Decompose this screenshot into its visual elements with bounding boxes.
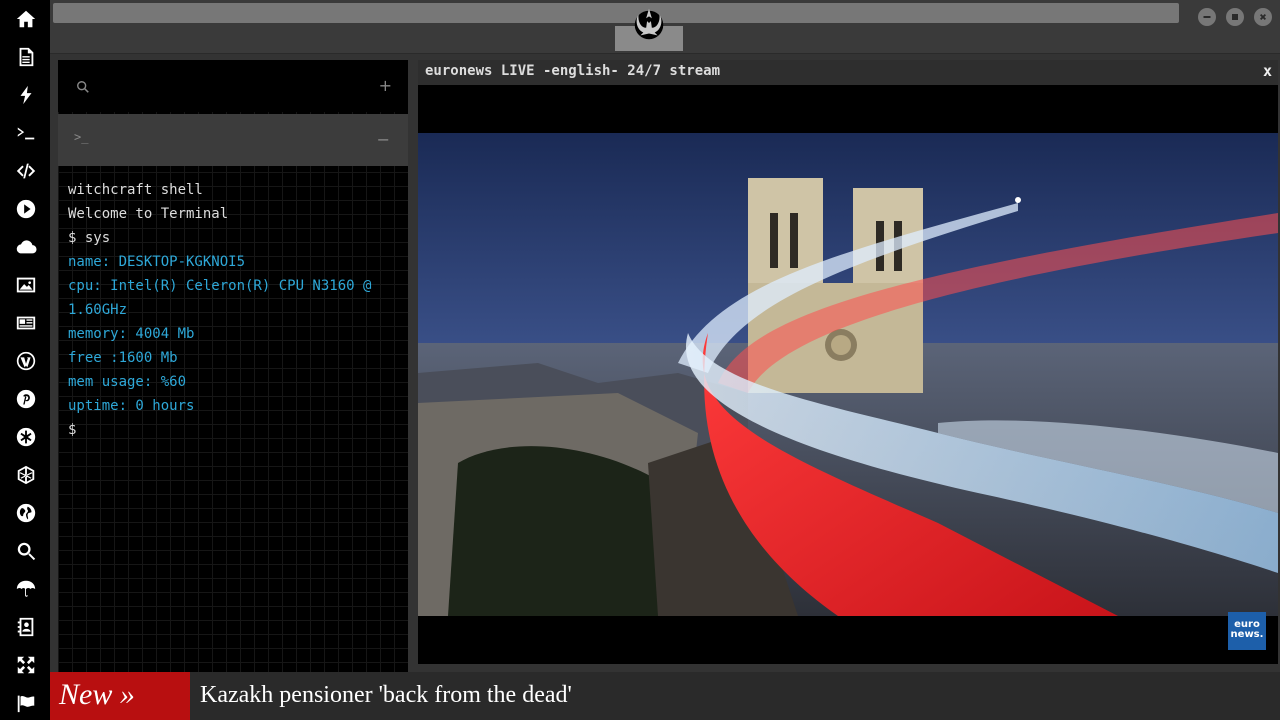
rebel-alliance-icon — [634, 8, 664, 40]
terminal-icon[interactable] — [13, 120, 39, 146]
terminal-panel: + >_ − witchcraft shell Welcome to Termin… — [58, 60, 408, 672]
video-player[interactable] — [418, 133, 1278, 616]
minimize-button[interactable] — [1198, 8, 1216, 26]
add-session-button[interactable]: + — [379, 76, 392, 95]
badge-line-2: news. — [1230, 629, 1264, 640]
euronews-logo: euro news. — [1228, 612, 1266, 650]
terminal-line: uptime: 0 hours — [68, 398, 195, 414]
document-icon[interactable] — [13, 44, 39, 70]
terminal-line: free :1600 Mb — [68, 350, 178, 366]
flag-icon[interactable] — [13, 690, 39, 716]
terminal-line: $ — [68, 422, 77, 438]
code-icon[interactable] — [13, 158, 39, 184]
snowflake-icon[interactable] — [13, 424, 39, 450]
terminal-line: name: DESKTOP-KGKNOI5 — [68, 254, 246, 270]
terminal-prompt-icon: >_ — [74, 130, 89, 144]
terminal-line: $ sys — [68, 230, 111, 246]
terminal-line: witchcraft shell — [68, 182, 203, 198]
terminal-output[interactable]: witchcraft shell Welcome to Terminal $ sys… — [68, 178, 398, 442]
play-icon[interactable] — [13, 196, 39, 222]
terminal-line: cpu: Intel(R) Celeron(R) CPU N3160 @ — [68, 278, 372, 294]
ticker-headline[interactable]: Kazakh pensioner 'back from the dead' — [200, 672, 572, 718]
video-titlebar[interactable]: euronews LIVE -english- 24/7 stream x — [418, 60, 1278, 85]
contacts-icon[interactable] — [13, 614, 39, 640]
terminal-tab[interactable]: >_ − — [58, 114, 408, 166]
lightning-icon[interactable] — [13, 82, 39, 108]
video-frame-image — [418, 133, 1278, 616]
wordpress-icon[interactable] — [13, 348, 39, 374]
maximize-button[interactable] — [1226, 8, 1244, 26]
close-icon — [1260, 14, 1266, 20]
close-button[interactable] — [1254, 8, 1272, 26]
expand-icon[interactable] — [13, 652, 39, 678]
top-bar — [50, 0, 1280, 54]
terminal-line: 1.60GHz — [68, 302, 128, 318]
ticker-label: New » — [50, 672, 190, 720]
search-icon[interactable] — [76, 80, 90, 94]
cloud-icon[interactable] — [13, 234, 39, 260]
collapse-button[interactable]: − — [377, 130, 390, 149]
news-ticker: New » Kazakh pensioner 'back from the de… — [50, 672, 1280, 720]
video-title: euronews LIVE -english- 24/7 stream — [425, 63, 721, 79]
search-icon[interactable] — [13, 538, 39, 564]
terminal-line: Welcome to Terminal — [68, 206, 229, 222]
image-icon[interactable] — [13, 272, 39, 298]
home-icon[interactable] — [13, 6, 39, 32]
minimize-icon — [1203, 16, 1211, 18]
terminal-search-row[interactable]: + — [58, 60, 408, 112]
globe-icon[interactable] — [13, 500, 39, 526]
terminal-line: mem usage: %60 — [68, 374, 187, 390]
maximize-icon — [1232, 14, 1238, 20]
newspaper-icon[interactable] — [13, 310, 39, 336]
video-close-button[interactable]: x — [1263, 62, 1272, 80]
pinterest-icon[interactable] — [13, 386, 39, 412]
sidebar — [0, 0, 50, 720]
address-bar[interactable] — [53, 3, 1179, 23]
terminal-line: memory: 4004 Mb — [68, 326, 195, 342]
umbrella-icon[interactable] — [13, 576, 39, 602]
video-window: euronews LIVE -english- 24/7 stream x eu… — [418, 60, 1278, 664]
desktop: + >_ − witchcraft shell Welcome to Termin… — [0, 0, 1280, 720]
globe-mesh-icon[interactable] — [13, 462, 39, 488]
